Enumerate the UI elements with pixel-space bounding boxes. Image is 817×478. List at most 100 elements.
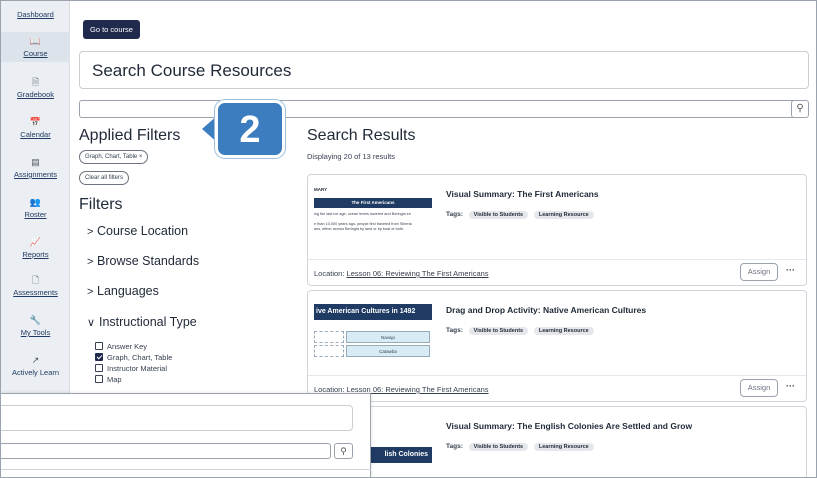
sidebar-item-label: Gradebook — [16, 90, 55, 99]
result-card: lish Colonies Visual Summary: The Englis… — [307, 406, 807, 477]
result-title[interactable]: Drag and Drop Activity: Native American … — [446, 305, 646, 315]
checkbox-label: Map — [107, 375, 122, 384]
thumbnail-banner: ive American Cultures in 1492 — [314, 304, 432, 320]
applied-filters-heading: Applied Filters — [79, 127, 181, 144]
tags-label: Tags: — [446, 443, 463, 450]
tools-icon: 🔧 — [29, 315, 42, 325]
checkbox[interactable] — [95, 342, 103, 350]
card-divider — [308, 259, 806, 260]
thumbnail-text: ans, either across Beringia by land or b… — [314, 227, 405, 231]
result-card: MARY The First Americans ing the last ic… — [307, 174, 807, 286]
sidebar-item-actively-learn[interactable]: ↗ Actively Learn — [1, 355, 70, 377]
sidebar-item-course[interactable]: 📖 Course — [1, 32, 70, 62]
chevron-right-icon: > — [87, 226, 94, 238]
assessments-icon: 🗋 — [31, 275, 40, 285]
search-icon: ⚲ — [340, 446, 347, 456]
app-window: Dashboard 📖 Course 🗎 Gradebook 📅 Calenda… — [0, 0, 817, 478]
filter-group-course-location[interactable]: > Course Location — [87, 224, 188, 238]
result-location: Location: Lesson 06: Reviewing The First… — [314, 269, 489, 278]
more-options-icon[interactable]: ··· — [786, 381, 795, 391]
more-options-icon[interactable]: ··· — [786, 265, 795, 275]
sidebar-item-label: Roster — [24, 210, 47, 219]
sidebar-item-label: Dashboard — [17, 10, 54, 19]
checkbox[interactable] — [95, 375, 103, 383]
result-tags: Tags: Visible to Students Learning Resou… — [446, 443, 594, 451]
assignments-icon: ▤ — [31, 157, 40, 167]
thumbnail-banner: The First Americans — [314, 198, 432, 208]
sidebar-item-dashboard[interactable]: Dashboard — [1, 10, 70, 19]
search-icon: ⚲ — [796, 103, 804, 114]
applied-filter-chip[interactable]: Graph, Chart, Table × — [79, 150, 149, 164]
checkbox-label: Instructor Material — [107, 364, 168, 373]
sidebar-item-calendar[interactable]: 📅 Calendar — [1, 117, 70, 139]
checkbox-label: Graph, Chart, Table — [107, 353, 173, 362]
sidebar-item-my-tools[interactable]: 🔧 My Tools — [1, 315, 70, 337]
filters-heading: Filters — [79, 196, 123, 213]
location-label: Location: — [314, 269, 345, 278]
overlay-search-input[interactable] — [1, 443, 331, 459]
page-title-box: Search Course Resources — [79, 51, 809, 89]
search-input[interactable] — [79, 100, 800, 118]
tag-badge: Learning Resource — [533, 443, 594, 451]
result-thumbnail[interactable]: ive American Cultures in 1492 Navajo Cat… — [314, 301, 432, 365]
checkbox-instructor-material[interactable]: Instructor Material — [95, 364, 167, 373]
tags-label: Tags: — [446, 211, 463, 218]
zoomed-overlay-panel: ⚲ — [1, 393, 371, 477]
checkbox-checked[interactable] — [95, 353, 103, 361]
result-tags: Tags: Visible to Students Learning Resou… — [446, 211, 594, 219]
reports-icon: 📈 — [29, 237, 42, 247]
checkbox-label: Answer Key — [107, 342, 148, 351]
thumbnail-cell: Catawba — [346, 345, 430, 357]
filter-group-label: Course Location — [97, 224, 189, 238]
result-title[interactable]: Visual Summary: The English Colonies Are… — [446, 421, 692, 431]
sidebar-item-label: Assessments — [13, 288, 58, 297]
checkbox[interactable] — [95, 364, 103, 372]
sidebar-item-assignments[interactable]: ▤ Assignments — [1, 157, 70, 179]
tag-badge: Learning Resource — [533, 211, 594, 219]
filter-group-languages[interactable]: > Languages — [87, 284, 159, 298]
tag-badge: Learning Resource — [533, 327, 594, 335]
thumbnail-heading: MARY — [314, 187, 328, 192]
chevron-right-icon: > — [87, 286, 94, 298]
result-card: ive American Cultures in 1492 Navajo Cat… — [307, 290, 807, 402]
thumbnail-drop-zone — [314, 331, 344, 343]
sidebar-item-gradebook[interactable]: 🗎 Gradebook — [1, 77, 70, 99]
checkbox-answer-key[interactable]: Answer Key — [95, 342, 147, 351]
overlay-search-button[interactable]: ⚲ — [334, 443, 353, 459]
roster-icon: 👥 — [29, 197, 42, 207]
result-title[interactable]: Visual Summary: The First Americans — [446, 189, 599, 199]
book-icon: 📖 — [29, 36, 42, 46]
go-to-course-button[interactable]: Go to course — [83, 20, 140, 39]
sidebar-item-reports[interactable]: 📈 Reports — [1, 237, 70, 259]
result-thumbnail[interactable]: MARY The First Americans ing the last ic… — [314, 185, 432, 249]
filter-group-browse-standards[interactable]: > Browse Standards — [87, 254, 199, 268]
overlay-title-box — [1, 405, 353, 431]
external-link-icon: ↗ — [31, 355, 40, 365]
thumbnail-drop-zone — [314, 345, 344, 357]
sidebar-item-label: My Tools — [20, 328, 51, 337]
chevron-down-icon: ∨ — [87, 317, 96, 329]
sidebar-item-label: Calendar — [20, 130, 51, 139]
assign-button[interactable]: Assign — [740, 379, 778, 397]
gradebook-icon: 🗎 — [31, 77, 40, 87]
filter-group-instructional-type[interactable]: ∨ Instructional Type — [87, 315, 197, 329]
filter-group-label: Instructional Type — [99, 315, 197, 329]
sidebar-item-label: Actively Learn — [11, 368, 60, 377]
tag-badge: Visible to Students — [468, 211, 529, 219]
search-button[interactable]: ⚲ — [791, 100, 809, 118]
step-callout: 2 — [215, 100, 285, 158]
sidebar-item-assessments[interactable]: 🗋 Assessments — [1, 275, 70, 297]
checkbox-graph-chart-table[interactable]: Graph, Chart, Table — [95, 353, 172, 362]
tags-label: Tags: — [446, 327, 463, 334]
location-link[interactable]: Lesson 06: Reviewing The First Americans — [347, 269, 489, 278]
thumbnail-cell: Navajo — [346, 331, 430, 343]
card-divider — [308, 375, 806, 376]
filter-group-label: Browse Standards — [97, 254, 200, 268]
search-results-heading: Search Results — [307, 127, 416, 144]
overlay-divider — [1, 469, 371, 470]
tag-badge: Visible to Students — [468, 327, 529, 335]
assign-button[interactable]: Assign — [740, 263, 778, 281]
sidebar-item-roster[interactable]: 👥 Roster — [1, 197, 70, 219]
checkbox-map[interactable]: Map — [95, 375, 122, 384]
clear-all-filters-button[interactable]: Clear all filters — [79, 171, 130, 185]
